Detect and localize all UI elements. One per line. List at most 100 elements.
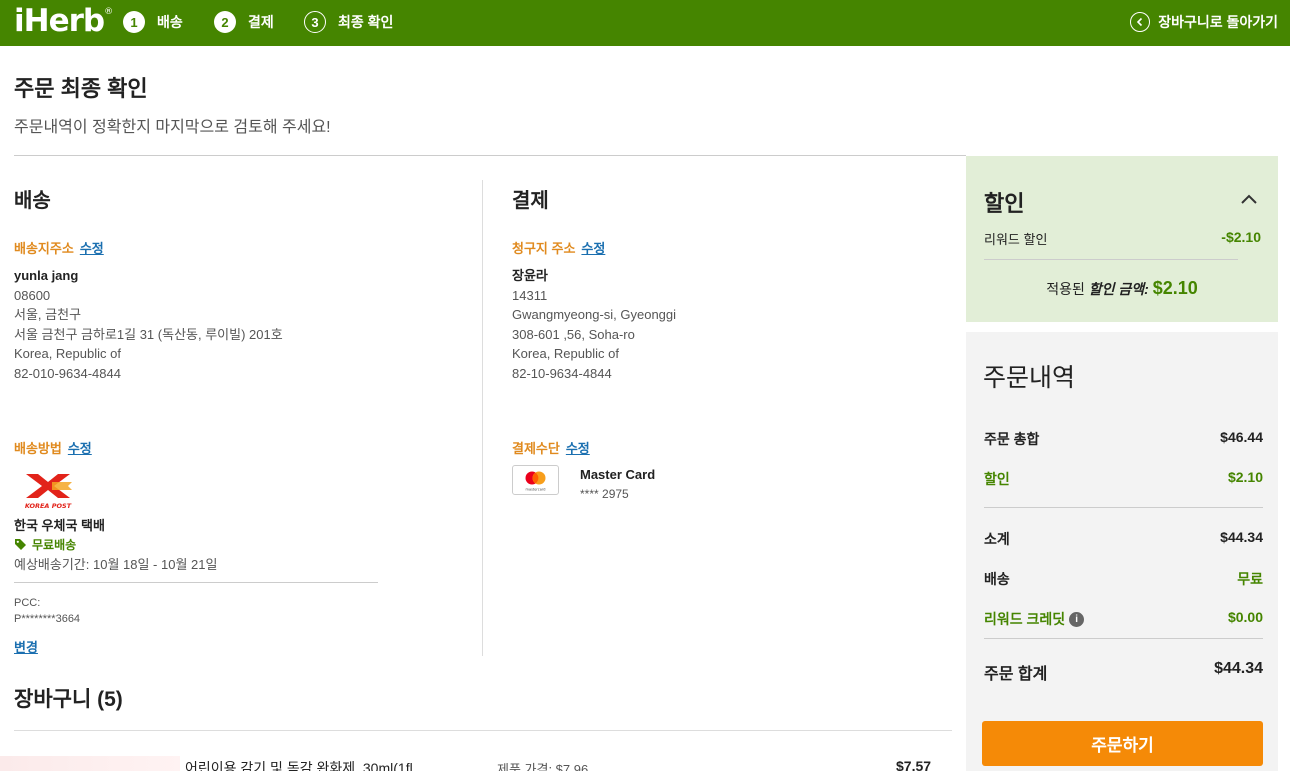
rewards-credit-row: 리워드 크레딧 i $0.00 (984, 609, 1263, 629)
payment-method-label: 결제수단 (512, 441, 560, 456)
order-subtotal-value: $46.44 (1220, 429, 1263, 445)
billing-name: 장윤라 (512, 268, 548, 283)
shipping-cost-row: 배송 무료 (984, 569, 1263, 589)
estimated-delivery: 예상배송기간: 10월 18일 - 10월 21일 (14, 557, 218, 572)
shipping-cost-value: 무료 (1237, 571, 1263, 587)
city-district: 서울, 금천구 (14, 307, 82, 322)
step-1-label: 배송 (157, 14, 183, 30)
recipient-name: yunla jang (14, 268, 79, 283)
billing-address: 장윤라 14311 Gwangmyeong-si, Gyeonggi 308-6… (512, 266, 676, 383)
column-divider (482, 180, 483, 656)
country: Korea, Republic of (14, 346, 121, 361)
tag-icon (15, 539, 26, 550)
cart-title: 장바구니 (5) (14, 688, 123, 711)
top-navigation-bar: iHerb® 1 배송 2 결제 3 최종 확인 장바구니로 돌아가기 (0, 0, 1290, 46)
street-address: 서울 금천구 금하로1길 31 (독산동, 루이빌) 201호 (14, 326, 283, 342)
billing-phone: 82-10-9634-4844 (512, 365, 612, 381)
step-2-label: 결제 (248, 14, 274, 30)
pcc-info: PCC: P********3664 (14, 595, 80, 627)
step-2-number: 2 (214, 11, 236, 33)
back-to-cart-link[interactable]: 장바구니로 돌아가기 (1130, 12, 1278, 32)
divider (984, 259, 1238, 260)
rewards-discount-value: -$2.10 (1221, 229, 1261, 245)
order-summary-title: 주문내역 (983, 364, 1076, 392)
shipping-section-title: 배송 (14, 190, 51, 212)
pcc-label: PCC: (14, 597, 41, 609)
info-icon[interactable]: i (1069, 611, 1085, 627)
payment-method-header: 결제수단 수정 (512, 438, 590, 458)
step-shipping[interactable]: 1 배송 (123, 10, 183, 34)
korea-post-logo: KOREA POST (22, 470, 74, 510)
order-subtotal-label: 주문 총합 (984, 431, 1040, 447)
divider (14, 730, 952, 731)
pcc-value: P********3664 (14, 613, 81, 625)
shipping-address: yunla jang 08600 서울, 금천구 서울 금천구 금하로1길 31… (14, 266, 283, 383)
place-order-button[interactable]: 주문하기 (982, 721, 1263, 766)
discount-title: 할인 (984, 191, 1025, 216)
shipping-cost-label: 배송 (984, 571, 1010, 587)
phone-number: 82-010-9634-4844 (14, 365, 121, 381)
shipping-address-label: 배송지주소 (14, 241, 74, 256)
step-final-review: 3 최종 확인 (304, 10, 393, 34)
carrier-name: 한국 우체국 택배 (14, 518, 105, 533)
iherb-logo[interactable]: iHerb® (14, 3, 113, 39)
edit-shipping-method-link[interactable]: 수정 (68, 441, 92, 456)
net-subtotal-label: 소계 (984, 531, 1010, 547)
discount-label: 할인 (984, 471, 1010, 487)
billing-street: 308-601 ,56, Soha-ro (512, 326, 635, 342)
billing-city: Gwangmyeong-si, Gyeonggi (512, 307, 677, 322)
step-3-number: 3 (304, 11, 326, 33)
card-number: **** 2975 (580, 487, 629, 501)
order-subtotal-row: 주문 총합 $46.44 (984, 429, 1263, 449)
rewards-discount-label: 리워드 할인 (984, 232, 1048, 247)
applied-discount-label: 할인 금액 (1088, 281, 1145, 297)
rewards-credit-label: 리워드 크레딧 (984, 611, 1066, 627)
edit-shipping-address-link[interactable]: 수정 (80, 241, 104, 256)
chevron-up-icon[interactable] (1240, 192, 1258, 210)
billing-address-label: 청구지 주소 (512, 241, 576, 256)
change-pcc-link[interactable]: 변경 (14, 637, 38, 656)
applied-discount-colon: : (1144, 281, 1149, 297)
free-shipping-label: 무료배송 (32, 538, 77, 552)
postal-code: 08600 (14, 287, 51, 303)
logo-text: iHerb (14, 3, 105, 39)
step-payment[interactable]: 2 결제 (214, 10, 274, 34)
card-name: Master Card (580, 467, 656, 482)
billing-postal-code: 14311 (512, 287, 548, 303)
net-subtotal-row: 소계 $44.34 (984, 529, 1263, 549)
korea-post-logo-text: KOREA POST (25, 502, 72, 510)
discount-row: 할인 $2.10 (984, 469, 1263, 489)
order-total-label: 주문 합계 (984, 666, 1048, 683)
page-subtitle: 주문내역이 정확한지 마지막으로 검토해 주세요! (14, 119, 331, 136)
discount-value: $2.10 (1227, 469, 1263, 485)
divider (14, 582, 378, 583)
order-total-row: 주문 합계 $44.34 (984, 660, 1263, 684)
shipping-address-header: 배송지주소 수정 (14, 238, 104, 258)
divider (14, 155, 966, 156)
divider (984, 638, 1263, 639)
billing-address-header: 청구지 주소 수정 (512, 238, 605, 258)
rewards-credit-value: $0.00 (1227, 609, 1263, 625)
applied-discount-prefix: 적용된 (1046, 281, 1089, 297)
applied-discount-amount: $2.10 (1152, 278, 1198, 298)
billing-country: Korea, Republic of (512, 346, 619, 361)
cart-item-price: 제품 가격: $7.96 (497, 762, 589, 771)
divider (984, 507, 1263, 508)
back-to-cart-label: 장바구니로 돌아가기 (1158, 14, 1278, 30)
product-thumbnail[interactable] (0, 756, 180, 771)
chevron-left-icon (1130, 12, 1151, 32)
shipping-method-label: 배송방법 (14, 441, 62, 456)
registered-mark: ® (104, 7, 113, 17)
cart-item-name[interactable]: 어린이용 감기 및 독감 완화제, 30ml(1fl (185, 758, 455, 771)
cart-item-total: $7.57 (896, 758, 932, 771)
step-3-label: 최종 확인 (338, 14, 394, 30)
step-1-number: 1 (123, 11, 145, 33)
shipping-method-header: 배송방법 수정 (14, 438, 92, 458)
edit-billing-address-link[interactable]: 수정 (581, 241, 605, 256)
applied-discount: 적용된 할인 금액: $2.10 (966, 278, 1278, 299)
free-shipping-badge: 무료배송 (14, 536, 76, 553)
order-total-value: $44.34 (1214, 660, 1263, 677)
rewards-credit-label-wrap: 리워드 크레딧 i (984, 609, 1085, 629)
page-title: 주문 최종 확인 (14, 76, 148, 101)
edit-payment-method-link[interactable]: 수정 (566, 441, 590, 456)
